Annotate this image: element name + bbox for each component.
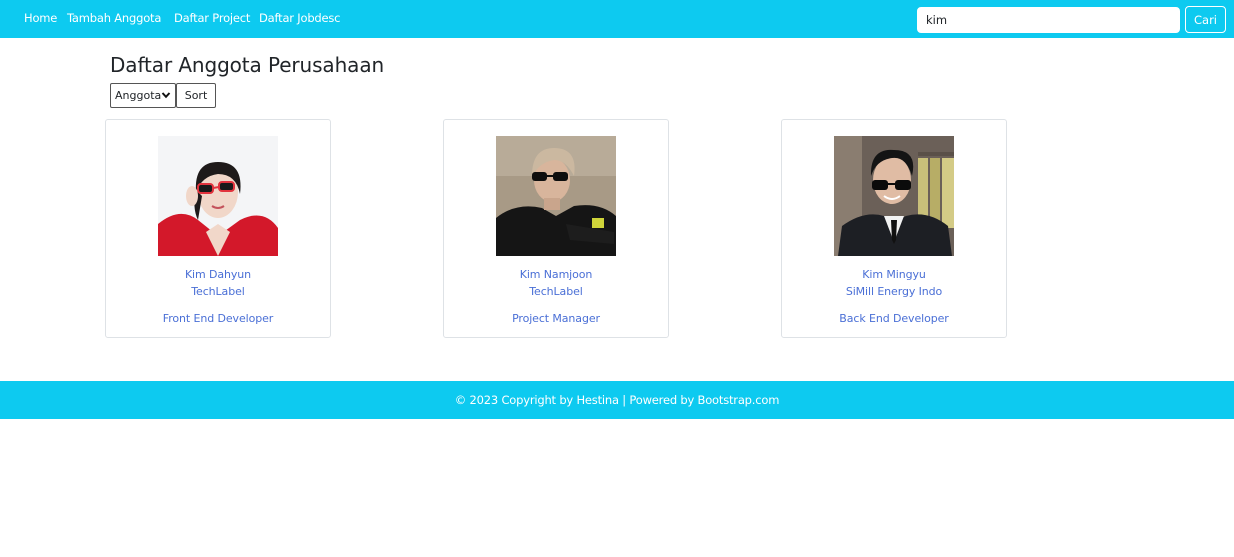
member-company: SiMill Energy Indo xyxy=(845,285,943,298)
nav-link-daftar-jobdesc[interactable]: Daftar Jobdesc xyxy=(259,11,341,25)
footer: © 2023 Copyright by Hestina | Powered by… xyxy=(0,381,1234,419)
search-input[interactable] xyxy=(917,7,1180,33)
nav-link-home[interactable]: Home xyxy=(24,11,57,25)
search-button[interactable]: Cari xyxy=(1185,6,1226,33)
navbar: Home Tambah Anggota Daftar Project Dafta… xyxy=(0,0,1234,38)
member-photo xyxy=(158,136,278,256)
footer-copyright: © 2023 Copyright by Hestina | Powered by… xyxy=(454,393,780,407)
sort-select[interactable]: Anggota xyxy=(110,83,176,108)
member-name: Kim Dahyun xyxy=(184,268,252,281)
sort-select-value: Anggota xyxy=(115,89,162,102)
member-role: Project Manager xyxy=(512,312,600,325)
member-company: TechLabel xyxy=(191,285,245,298)
sort-button[interactable]: Sort xyxy=(176,83,216,108)
member-company: TechLabel xyxy=(529,285,583,298)
page-title: Daftar Anggota Perusahaan xyxy=(110,53,385,77)
member-card: Kim Namjoon TechLabel Project Manager xyxy=(443,119,669,338)
member-role: Front End Developer xyxy=(162,312,274,325)
member-name: Kim Mingyu xyxy=(862,268,926,281)
member-photo xyxy=(496,136,616,256)
member-photo xyxy=(834,136,954,256)
member-name: Kim Namjoon xyxy=(519,268,593,281)
nav-link-daftar-project[interactable]: Daftar Project xyxy=(174,11,250,25)
member-card: Kim Dahyun TechLabel Front End Developer xyxy=(105,119,331,338)
member-card: Kim Mingyu SiMill Energy Indo Back End D… xyxy=(781,119,1007,338)
nav-link-tambah-anggota[interactable]: Tambah Anggota xyxy=(67,11,161,25)
chevron-down-icon xyxy=(161,92,171,99)
member-role: Back End Developer xyxy=(839,312,949,325)
